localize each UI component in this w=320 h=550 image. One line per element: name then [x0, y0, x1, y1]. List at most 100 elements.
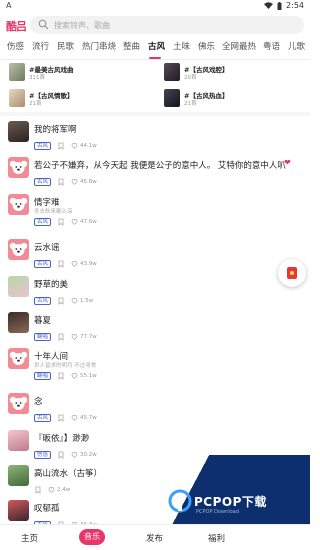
genre-badge: 翻唱	[34, 371, 52, 380]
tab-shanggan[interactable]: 伤感	[7, 40, 24, 52]
play-count-icon	[71, 260, 78, 267]
play-count-value: 30.2w	[80, 451, 97, 458]
playlist-card[interactable]: #【古风情歌】 21首	[9, 89, 159, 109]
song-meta: 古风 43.9w	[34, 259, 97, 268]
tab-erge[interactable]: 儿歌	[288, 40, 305, 52]
song-subtitle: 世人皆求的明月 不过寻常	[34, 363, 97, 369]
playlist-grid: #最美古风戏曲 311首 #【古风戏腔】 20首 #【古风情歌】 21首 #【古…	[0, 63, 310, 109]
song-meta: 古风 45.7w	[34, 413, 97, 422]
play-count: 77.7w	[71, 333, 97, 340]
play-count-icon	[48, 486, 55, 493]
nav-welfare[interactable]: 福利	[208, 532, 225, 544]
bottom-nav: 主页 音乐 发布 福利	[0, 524, 310, 550]
red-envelope-button[interactable]	[278, 259, 306, 287]
notification-icon: A	[6, 1, 12, 10]
song-cover	[8, 276, 29, 297]
tab-fole[interactable]: 佛乐	[198, 40, 215, 52]
category-tabs: 伤感 流行 民歌 热门串烧 整曲 古风 土味 佛乐 全网最热 粤语 儿歌	[0, 40, 310, 59]
bookmark-icon[interactable]	[57, 333, 65, 341]
song-row[interactable]: 暮夏翻唱 77.7w	[0, 312, 310, 352]
song-title: 我的将军啊	[34, 125, 77, 135]
app-logo: 酷吕	[6, 20, 27, 33]
watermark: PCPOP下载 PCPOP Download	[150, 455, 310, 525]
tab-liuxing[interactable]: 流行	[32, 40, 49, 52]
song-row[interactable]: 野草的美 古风 1.5w	[0, 276, 310, 316]
bookmark-icon[interactable]	[57, 218, 65, 226]
header: 酷吕	[0, 14, 310, 36]
playlist-count: 311首	[29, 75, 45, 81]
song-meta: 伤感 30.2w	[34, 450, 97, 459]
bookmark-icon[interactable]	[57, 372, 65, 380]
search-bar[interactable]	[30, 16, 304, 34]
clock: 2:54	[286, 1, 304, 10]
bookmark-icon[interactable]	[57, 178, 65, 186]
song-subtitle: 冬去秋来都么深	[34, 209, 73, 215]
play-count-icon	[71, 414, 78, 421]
play-count: 55.1w	[71, 372, 97, 379]
playlist-card[interactable]: #【古风热血】 21首	[164, 89, 314, 109]
nav-publish[interactable]: 发布	[146, 532, 163, 544]
watermark-subtext: PCPOP Download	[196, 509, 239, 515]
playlist-card[interactable]: #【古风戏腔】 20首	[164, 63, 314, 83]
song-cover	[8, 500, 29, 521]
battery-icon	[277, 1, 282, 10]
tab-gufeng[interactable]: 古风	[148, 40, 165, 52]
status-bar: A 2:54	[0, 0, 310, 12]
play-count-value: 1.5w	[80, 297, 94, 304]
song-meta: 2.4w	[34, 485, 70, 494]
playlist-card[interactable]: #最美古风戏曲 311首	[9, 63, 159, 83]
song-cover	[8, 430, 29, 451]
song-row[interactable]: 十年人间 世人皆求的明月 不过寻常 翻唱 55.1w	[0, 348, 310, 388]
song-row[interactable]: 念古风 45.7w	[0, 393, 310, 433]
genre-badge: 古风	[34, 141, 52, 150]
play-count-icon	[71, 297, 78, 304]
wifi-icon	[264, 2, 274, 9]
play-count-icon	[71, 142, 78, 149]
song-row[interactable]: 若公子不嫌弃，从今天起 我便是公子的意中人。 艾特你的意中人叭 ❤ 古风 45.8w	[0, 157, 310, 197]
play-count: 1.5w	[71, 297, 93, 304]
play-count-icon	[71, 451, 78, 458]
genre-badge: 古风	[34, 177, 52, 186]
genre-badge: 古风	[34, 296, 52, 305]
bookmark-icon[interactable]	[57, 260, 65, 268]
watermark-logo-icon	[168, 489, 192, 513]
koala-avatar	[8, 194, 29, 215]
play-count-icon	[71, 333, 78, 340]
song-row[interactable]: 云水谣 古风 43.9w	[0, 239, 310, 279]
play-count: 45.8w	[71, 178, 97, 185]
search-icon	[38, 19, 49, 30]
bookmark-icon[interactable]	[57, 414, 65, 422]
song-title: 高山流水（古筝）	[34, 469, 103, 479]
song-row[interactable]: 情字难 冬去秋来都么深 古风 47.6w	[0, 194, 310, 234]
genre-badge: 古风	[34, 413, 52, 422]
playlist-cover	[164, 63, 180, 81]
song-row[interactable]: 我的将军啊 古风 44.1w	[0, 121, 310, 161]
heart-icon: ❤	[284, 158, 291, 167]
song-cover	[8, 312, 29, 333]
bookmark-icon[interactable]	[57, 297, 65, 305]
play-count: 30.2w	[71, 451, 97, 458]
song-meta: 古风 45.8w	[34, 177, 97, 186]
red-envelope-icon	[287, 267, 297, 279]
genre-badge: 古风	[34, 217, 52, 226]
nav-home[interactable]: 主页	[21, 532, 38, 544]
search-input[interactable]	[54, 18, 294, 32]
song-meta: 古风 1.5w	[34, 296, 93, 305]
bookmark-icon[interactable]	[34, 486, 42, 494]
song-title: 叹郁孤	[34, 504, 60, 514]
song-title: 若公子不嫌弃，从今天起 我便是公子的意中人。 艾特你的意中人叭	[34, 161, 286, 171]
tab-zhengqu[interactable]: 整曲	[123, 40, 140, 52]
tab-tuwei[interactable]: 土味	[173, 40, 190, 52]
tab-yueyu[interactable]: 粤语	[263, 40, 280, 52]
play-count-value: 43.9w	[80, 260, 97, 267]
nav-music[interactable]: 音乐	[79, 529, 105, 545]
tab-quanwang-zuire[interactable]: 全网最热	[222, 40, 256, 52]
genre-badge: 翻唱	[34, 332, 52, 341]
tab-remen-chuanshao[interactable]: 热门串烧	[82, 40, 116, 52]
bookmark-icon[interactable]	[57, 142, 65, 150]
bookmark-icon[interactable]	[57, 451, 65, 459]
song-meta: 古风 47.6w	[34, 217, 97, 226]
section-divider	[0, 112, 310, 116]
song-title: 暮夏	[34, 316, 52, 326]
tab-minge[interactable]: 民歌	[57, 40, 74, 52]
